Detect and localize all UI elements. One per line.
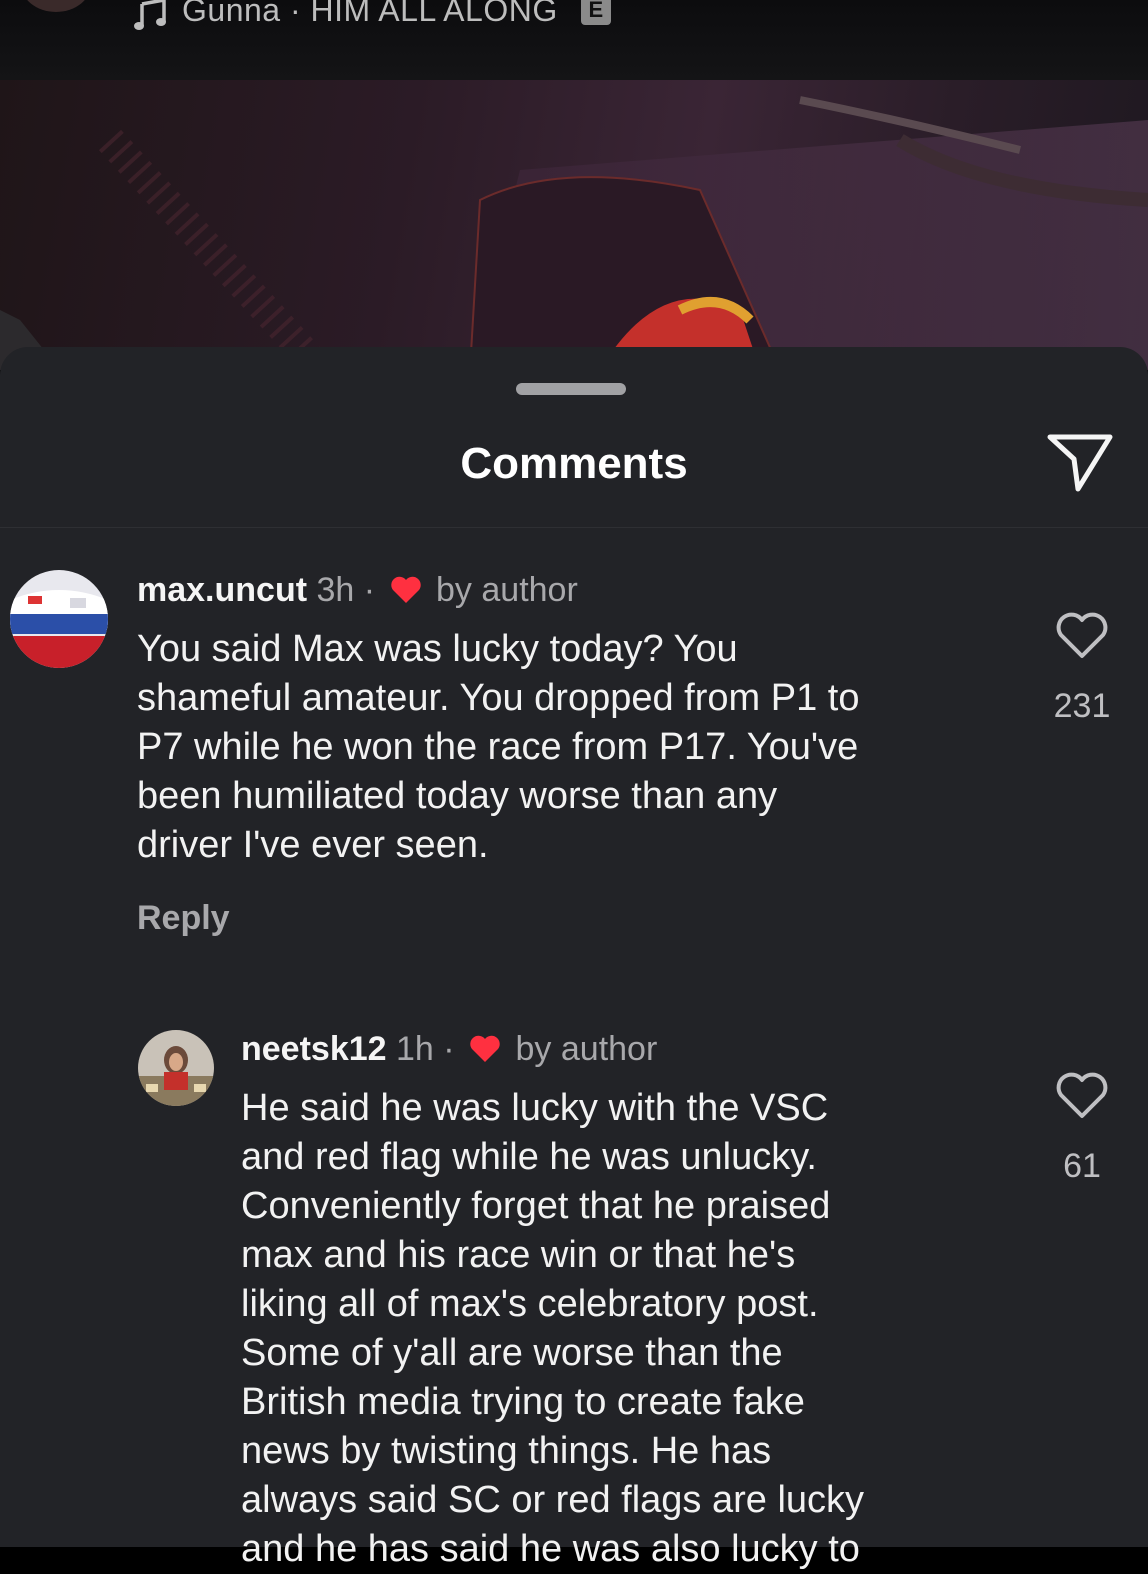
video-background [0,80,1148,370]
video-frame-image [0,96,1148,370]
author-liked-heart-icon [390,576,421,603]
like-count: 61 [1063,1147,1101,1185]
like-count: 231 [1053,687,1111,725]
header-divider [0,527,1148,528]
meta-separator: · [443,1030,455,1068]
comment-text: He said he was lucky with the VSC and re… [241,1087,865,1570]
sheet-title: Comments [460,439,688,488]
reply-button[interactable]: Reply [137,899,230,938]
explicit-badge: E [581,0,612,25]
avatar-image [138,1030,214,1106]
song-title: HIM ALL ALONG [310,0,558,28]
author-liked-heart-icon [470,1035,500,1062]
drag-handle[interactable] [516,383,626,395]
comment-text: You said Max was lucky today? You shamef… [137,628,860,866]
music-note-icon [134,0,166,30]
music-track[interactable]: Gunna · HIM ALL ALONG E [182,0,612,29]
music-bar: Gunna · HIM ALL ALONG E [0,0,1148,80]
artist-name: Gunna [182,0,281,28]
avatar[interactable] [10,570,108,668]
avatar-image [10,570,108,668]
comments-sheet: Comments max.uncut 3h · by author You sa [0,347,1148,1570]
comment-meta: neetsk12 1h · by author [241,1030,657,1069]
liked-by-author-label: by author [436,571,578,609]
send-icon[interactable] [1044,431,1116,495]
avatar[interactable] [138,1030,214,1106]
comment-time: 1h [396,1030,434,1068]
comment-time: 3h [316,571,355,609]
username[interactable]: max.uncut [137,571,307,609]
username[interactable]: neetsk12 [241,1030,387,1068]
heart-icon[interactable] [1054,611,1110,661]
creator-avatar[interactable] [20,0,92,12]
comment-meta: max.uncut 3h · by author [137,571,578,610]
meta-separator: · [363,571,376,609]
heart-icon[interactable] [1054,1071,1110,1121]
liked-by-author-label: by author [515,1030,658,1068]
track-separator: · [289,0,302,28]
